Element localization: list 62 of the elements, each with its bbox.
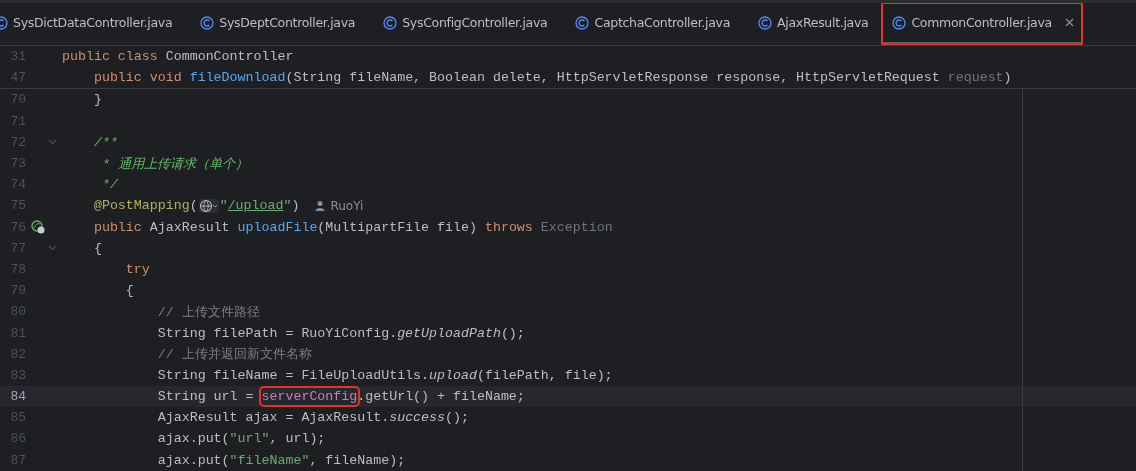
code-text: AjaxResult ajax = AjaxResult. bbox=[156, 410, 390, 426]
code-text: } bbox=[92, 92, 102, 108]
globe-icon[interactable] bbox=[198, 198, 219, 213]
line-number: 84 bbox=[9, 389, 26, 405]
code-text: ( bbox=[189, 198, 198, 214]
method-call: success bbox=[389, 410, 446, 426]
method-call: upload bbox=[429, 367, 477, 383]
field-name: serverConfig bbox=[261, 389, 358, 405]
code-text: ajax.put( bbox=[156, 431, 230, 447]
keyword: try bbox=[124, 261, 150, 277]
doc-comment: /** bbox=[92, 134, 118, 150]
method-name: uploadFile bbox=[237, 219, 318, 235]
code-text: request bbox=[947, 70, 1004, 86]
string-literal: " bbox=[283, 198, 292, 214]
close-icon[interactable] bbox=[1064, 18, 1074, 27]
code-text: .getUrl() + fileName; bbox=[357, 389, 525, 405]
code-text: Exception bbox=[540, 219, 613, 235]
code-text: { bbox=[124, 283, 134, 299]
person-icon bbox=[315, 199, 326, 212]
editor-tab[interactable]: SysDeptController.java bbox=[200, 3, 384, 45]
keyword: throws bbox=[484, 219, 534, 235]
editor-tab[interactable]: SysConfigController.java bbox=[383, 3, 576, 45]
editor-tab[interactable]: CaptchaController.java bbox=[575, 3, 759, 45]
editor-tab[interactable]: CommonController.java bbox=[882, 3, 1082, 45]
code-text: String filePath = RuoYiConfig. bbox=[156, 325, 398, 341]
code-text: (); bbox=[445, 410, 469, 426]
string-literal: "url" bbox=[229, 431, 270, 447]
code-comment: // 上传并返回新文件名称 bbox=[156, 346, 312, 364]
code-text: String url = bbox=[156, 389, 255, 405]
class-icon bbox=[758, 15, 773, 30]
annotation: @PostMapping bbox=[92, 198, 190, 214]
editor-tab[interactable]: SysDictDataController.java bbox=[0, 3, 201, 45]
code-text: ) bbox=[1003, 70, 1012, 86]
code-text: { bbox=[92, 240, 102, 256]
string-literal: "fileName" bbox=[229, 452, 310, 468]
code-text: , fileName); bbox=[309, 452, 406, 468]
class-icon bbox=[200, 15, 215, 30]
code-text: AjaxResult bbox=[149, 219, 231, 235]
endpoint-icon bbox=[31, 220, 45, 235]
author-hint: RuoYi bbox=[330, 198, 364, 213]
code-text: ajax.put( bbox=[156, 452, 230, 468]
string-literal: " bbox=[219, 198, 228, 214]
code-text: (String fileName, Boolean delete, HttpServletResponse response, HttpServletRequest bbox=[285, 70, 941, 86]
class-icon bbox=[892, 15, 907, 30]
code-text: CommonController bbox=[165, 49, 294, 65]
code-text: String fileName = FileUploadUtils. bbox=[156, 367, 430, 383]
method-name: fileDownload bbox=[189, 70, 286, 86]
keyword: public void bbox=[92, 70, 183, 86]
doc-comment: */ bbox=[100, 177, 118, 193]
code-text: (MultipartFile file) bbox=[317, 219, 478, 235]
code-text: , url); bbox=[269, 431, 326, 447]
code-text: (filePath, file); bbox=[476, 367, 613, 383]
keyword: public bbox=[92, 219, 143, 235]
url-link[interactable]: /upload bbox=[227, 198, 284, 214]
doc-comment: * 通用上传请求（单个） bbox=[100, 155, 248, 173]
method-call: getUploadPath bbox=[397, 325, 501, 341]
keyword: public class bbox=[62, 49, 159, 65]
code-comment: // 上传文件路径 bbox=[156, 303, 260, 321]
class-icon bbox=[383, 15, 398, 30]
code-text: ) bbox=[291, 198, 300, 214]
code-text: (); bbox=[500, 325, 525, 341]
class-icon bbox=[575, 15, 590, 30]
